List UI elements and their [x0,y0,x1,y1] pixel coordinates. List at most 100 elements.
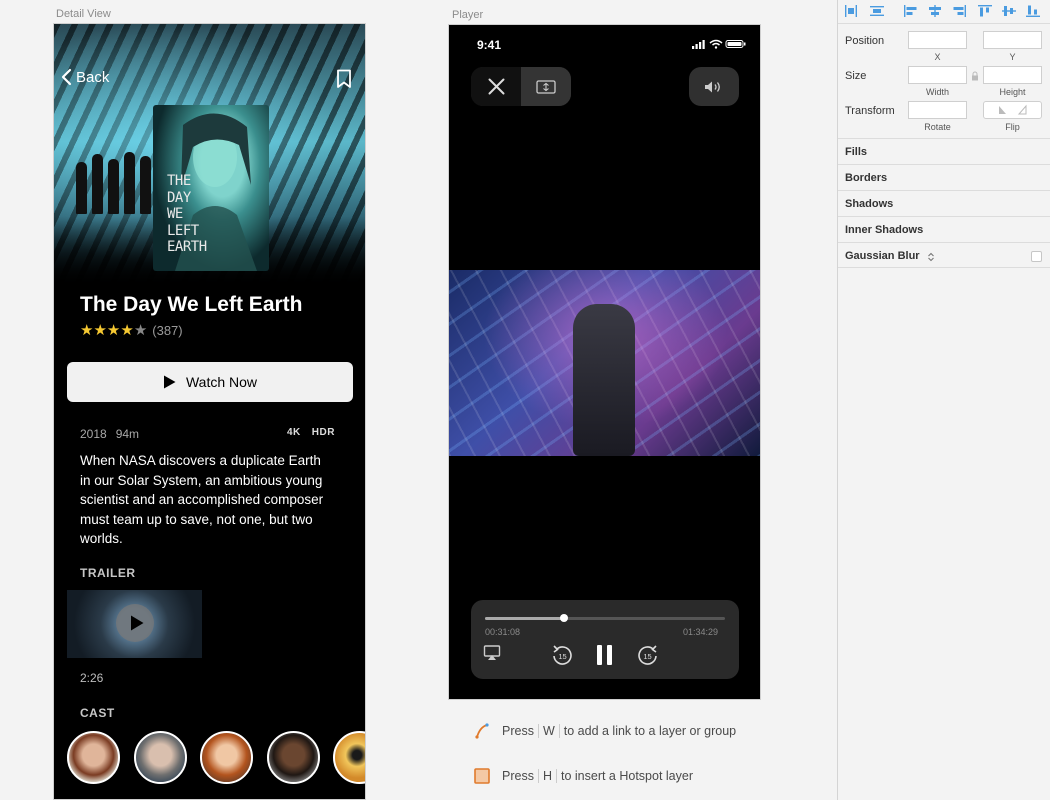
shortcut-key: H [537,769,557,783]
borders-section[interactable]: Borders [838,164,1050,190]
back-button[interactable]: Back [60,68,109,86]
position-x-input[interactable] [908,31,967,49]
rotate-label: Rotate [924,122,951,132]
inspector-panel: Position X Y Size Width Height Transform… [837,0,1050,800]
position-y-input[interactable] [983,31,1042,49]
distribute-horizontal-icon[interactable] [844,5,858,17]
play-icon [130,615,143,631]
y-label: Y [1009,52,1016,62]
x-label: X [934,52,941,62]
inner-shadows-section[interactable]: Inner Shadows [838,216,1050,242]
airplay-icon [483,645,501,660]
align-right-icon[interactable] [952,5,966,17]
cast-member-avatar[interactable] [333,731,365,784]
poster-title-text: THE DAY WE LEFT EARTH [167,173,207,255]
pause-icon [597,645,612,665]
detail-view-artboard-label[interactable]: Detail View [56,8,111,20]
back-label: Back [76,68,110,86]
hint-text: to add a link to a layer or group [563,724,737,738]
rating-row: ★★★★★ (387) [80,321,183,339]
chevron-left-icon [61,68,72,86]
star-filled-icon: ★ [106,322,121,339]
alignment-toolbar [838,0,1050,24]
align-top-icon[interactable] [978,5,992,17]
close-button[interactable] [471,67,521,106]
progress-scrubber-handle[interactable] [560,614,569,622]
shadows-title: Shadows [845,198,894,210]
star-filled-icon: ★ [120,322,134,339]
link-pen-icon [475,723,489,739]
rating-count: (387) [152,322,183,338]
size-label: Size [845,70,867,82]
skip-back-button[interactable]: 15 [551,644,573,666]
align-left-icon[interactable] [904,5,918,17]
remaining-time: 01:34:29 [683,627,719,637]
pause-button[interactable] [595,644,615,666]
lock-icon[interactable] [971,71,979,81]
picture-in-picture-button[interactable] [521,67,571,106]
progress-fill [485,617,565,620]
playback-controls-panel: 00:31:08 01:34:29 15 15 [471,600,739,679]
release-year: 2018 [80,427,107,441]
cast-member-avatar[interactable] [267,731,320,784]
align-bottom-icon[interactable] [1026,5,1040,17]
gaussian-blur-section[interactable]: Gaussian Blur [838,242,1050,268]
status-bar-icons [692,39,746,49]
trailer-thumbnail[interactable] [67,590,202,658]
width-input[interactable] [908,66,967,84]
fills-title: Fills [845,146,868,158]
player-artboard-label[interactable]: Player [452,9,483,21]
video-frame[interactable] [449,270,760,456]
trailer-play-button[interactable] [116,604,154,642]
cast-member-avatar[interactable] [200,731,253,784]
shadows-section[interactable]: Shadows [838,190,1050,216]
pip-icon [536,79,556,94]
rotate-input[interactable] [908,101,967,119]
flip-icon [999,104,1027,115]
trailer-duration: 2:26 [80,671,104,685]
forward-15-icon: 15 [638,645,657,665]
movie-poster[interactable]: THE DAY WE LEFT EARTH [153,105,269,271]
volume-button[interactable] [689,67,739,106]
elapsed-time: 00:31:08 [485,627,521,637]
skip-forward-seconds: 15 [643,652,651,661]
watch-now-button[interactable]: Watch Now [67,362,353,402]
cast-member-avatar[interactable] [67,731,120,784]
trailer-heading: TRAILER [80,566,136,580]
distribute-vertical-icon[interactable] [870,5,884,17]
flip-control[interactable] [983,101,1042,119]
height-input[interactable] [983,66,1042,84]
width-label: Width [925,87,949,97]
align-middle-vertical-icon[interactable] [1002,5,1016,17]
cast-heading: CAST [80,706,115,720]
detail-view-artboard[interactable]: Back THE DAY WE LEFT EARTH The Day We Le… [53,23,366,800]
speaker-icon [705,81,720,92]
close-icon [488,78,504,95]
skip-back-seconds: 15 [558,652,566,661]
chevron-updown-icon[interactable] [927,252,935,262]
skip-forward-button[interactable]: 15 [637,644,659,666]
status-bar-time: 9:41 [477,38,502,52]
gaussian-blur-title: Gaussian Blur [845,250,920,262]
movie-meta: 2018 94m [80,427,139,441]
hint-text: to insert a Hotspot layer [560,769,693,783]
synopsis-text: When NASA discovers a duplicate Earth in… [80,453,324,546]
hint-prefix: Press [502,724,534,738]
backdrop-silhouettes [72,144,162,214]
blur-enable-checkbox[interactable] [1031,251,1042,262]
hint-prefix: Press [502,769,534,783]
airplay-button[interactable] [483,644,501,662]
watch-now-label: Watch Now [185,374,258,390]
bookmark-icon[interactable] [336,69,352,89]
borders-title: Borders [845,172,888,184]
player-artboard[interactable]: 9:41 00:31:08 01:34:29 15 15 [448,24,761,700]
rewind-15-icon: 15 [553,645,572,665]
hint-add-link: Press W to add a link to a layer or grou… [474,723,736,739]
flip-label: Flip [1005,122,1020,132]
top-controls-group [471,67,571,106]
fills-section[interactable]: Fills [838,138,1050,164]
star-rating-icons: ★★★★★ [80,321,147,339]
cast-member-avatar[interactable] [134,731,187,784]
progress-bar[interactable] [485,614,725,622]
align-center-horizontal-icon[interactable] [928,5,942,17]
